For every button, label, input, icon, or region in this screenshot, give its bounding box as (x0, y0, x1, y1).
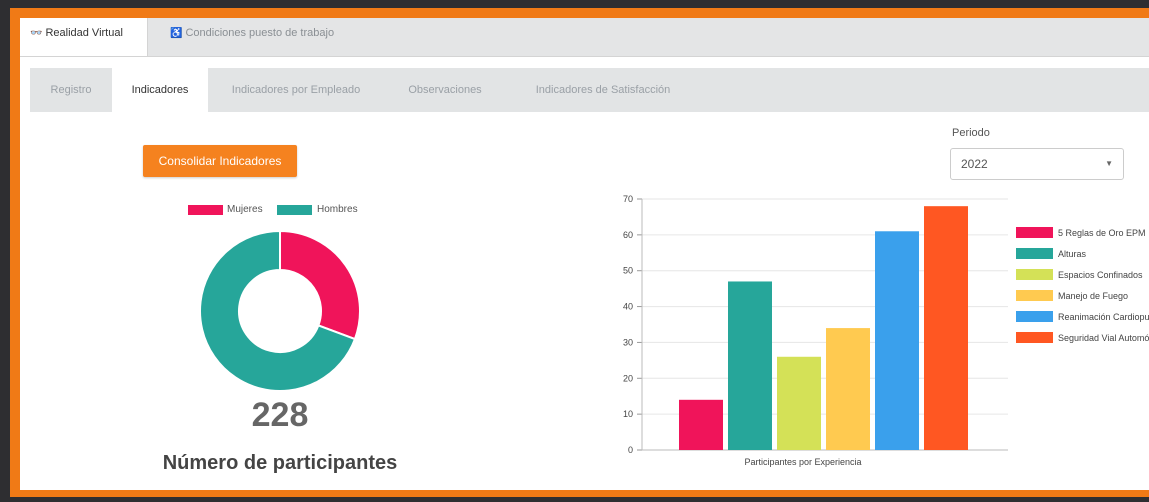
legend-label: Reanimación Cardiopu (1058, 312, 1149, 322)
legend-label: Alturas (1058, 249, 1087, 259)
y-tick-label: 20 (623, 373, 633, 383)
experience-bar-chart: 0 10 20 30 40 50 60 70 5 Reglas de Oro EPM Altur… (623, 194, 1149, 467)
participant-count: 228 (251, 396, 309, 434)
tab-indicadores-satisfaccion[interactable]: Indicadores de Satisfacción (510, 68, 696, 112)
tab-realidad-virtual[interactable]: 👓 Realidad Virtual (20, 18, 148, 56)
gender-donut-chart (200, 229, 360, 392)
tab-condiciones-puesto[interactable]: ♿ Condiciones puesto de trabajo (160, 18, 380, 56)
legend-swatch[interactable] (1016, 248, 1053, 259)
legend-label: Manejo de Fuego (1058, 291, 1128, 301)
tab-label: Realidad Virtual (45, 27, 123, 39)
vr-headset-icon: 👓 (30, 28, 43, 39)
consolidar-indicadores-button[interactable]: Consolidar Indicadores (143, 145, 297, 177)
period-label: Periodo (952, 127, 990, 139)
period-select[interactable]: 2022 ▼ (950, 148, 1124, 180)
y-tick-label: 10 (623, 409, 633, 419)
legend-label-hombres: Hombres (317, 204, 358, 215)
y-tick-label: 0 (628, 445, 633, 455)
legend-swatch[interactable] (1016, 290, 1053, 301)
donut-slice-mujeres[interactable] (279, 229, 360, 341)
tab-indicadores-empleado[interactable]: Indicadores por Empleado (216, 68, 376, 112)
main-panel: 👓 Realidad Virtual ♿ Condiciones puesto de… (20, 18, 1149, 490)
bar[interactable] (924, 206, 968, 450)
legend-swatch-hombres[interactable] (277, 205, 312, 215)
participant-count-label: Número de participantes (162, 452, 398, 474)
bar[interactable] (728, 281, 772, 450)
tab-indicadores[interactable]: Indicadores (112, 68, 208, 112)
period-value: 2022 (961, 157, 988, 171)
chevron-down-icon: ▼ (1105, 159, 1113, 168)
legend-label: Seguridad Vial Automó (1058, 333, 1149, 343)
y-tick-label: 50 (623, 266, 633, 276)
ergonomics-icon: ♿ (170, 28, 183, 39)
legend-swatch[interactable] (1016, 227, 1053, 238)
tab-label: Condiciones puesto de trabajo (185, 27, 335, 39)
y-tick-label: 40 (623, 302, 633, 312)
legend-swatch[interactable] (1016, 332, 1053, 343)
legend-label: 5 Reglas de Oro EPM (1058, 228, 1146, 238)
tab-registro[interactable]: Registro (30, 68, 112, 112)
sub-tab-bar: Registro Indicadores Indicadores por Emp… (30, 68, 1149, 112)
y-tick-label: 70 (623, 194, 633, 204)
y-tick-label: 60 (623, 230, 633, 240)
bar[interactable] (777, 356, 821, 450)
bar[interactable] (875, 231, 919, 450)
legend-swatch[interactable] (1016, 269, 1053, 280)
tab-observaciones[interactable]: Observaciones (386, 68, 504, 112)
bar[interactable] (679, 399, 723, 450)
legend-swatch[interactable] (1016, 311, 1053, 322)
y-tick-label: 30 (623, 337, 633, 347)
x-axis-label: Participantes por Experiencia (744, 457, 861, 467)
bar[interactable] (826, 328, 870, 450)
legend-label-mujeres: Mujeres (227, 204, 263, 215)
legend-label: Espacios Confinados (1058, 270, 1143, 280)
top-tab-bar: 👓 Realidad Virtual ♿ Condiciones puesto de… (20, 18, 1149, 57)
legend-swatch-mujeres[interactable] (188, 205, 223, 215)
